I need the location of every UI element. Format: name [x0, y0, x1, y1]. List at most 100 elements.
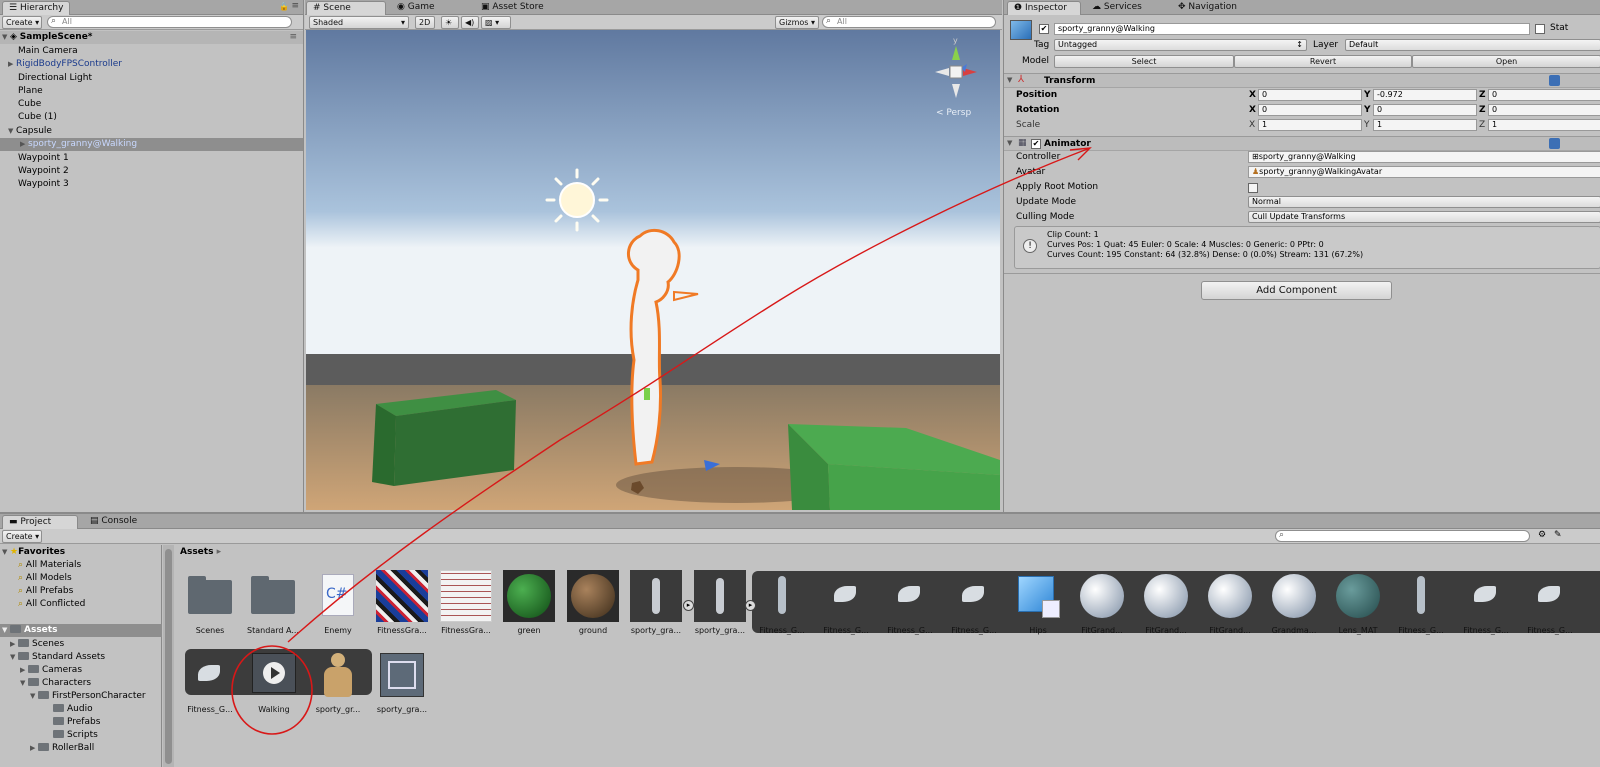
asset-item[interactable]: sporty_gra... [690, 570, 750, 635]
model-revert-button[interactable]: Revert [1234, 55, 1412, 68]
position-y-field[interactable]: -0.972 [1373, 89, 1477, 101]
tag-dropdown[interactable]: Untagged ↕ [1054, 39, 1307, 51]
tab-navigation[interactable]: ✥ Navigation [1172, 1, 1243, 15]
scrollbar-thumb[interactable] [165, 549, 172, 764]
view-gizmo[interactable]: y [931, 36, 981, 102]
scene-root-row[interactable]: ▼ ◈ SampleScene* ≡ [0, 31, 303, 44]
hierarchy-item[interactable]: Main Camera [0, 45, 303, 58]
asset-item[interactable]: Grandma... [1264, 570, 1324, 635]
model-select-button[interactable]: Select [1054, 55, 1234, 68]
model-open-button[interactable]: Open [1412, 55, 1600, 68]
expand-arrow-icon[interactable]: ▼ [10, 651, 18, 664]
asset-item[interactable]: FitnessGra... [436, 570, 496, 635]
tree-item[interactable]: ▶ Cameras [20, 664, 82, 677]
asset-item[interactable]: FitGrand... [1136, 570, 1196, 635]
asset-item[interactable]: sporty_gr... [308, 649, 368, 714]
asset-item[interactable]: green [499, 570, 559, 635]
hierarchy-item-selected[interactable]: ▶ sporty_granny@Walking [0, 138, 303, 151]
asset-item[interactable]: C# Enemy [308, 570, 368, 635]
avatar-field[interactable]: ♟sporty_granny@WalkingAvatar [1248, 166, 1600, 178]
collapse-arrow-icon[interactable]: ▼ [1007, 139, 1015, 147]
tree-scrollbar[interactable] [163, 545, 174, 767]
tab-hierarchy[interactable]: ☰ Hierarchy [2, 1, 71, 15]
scale-z-field[interactable]: 1 [1488, 119, 1600, 131]
shading-dropdown[interactable]: Shaded ▾ [309, 16, 409, 29]
project-create-button[interactable]: Create ▾ [2, 530, 42, 543]
scene-menu-icon[interactable]: ≡ [289, 31, 297, 44]
hierarchy-item[interactable]: Plane [0, 85, 303, 98]
hierarchy-item[interactable]: ▼ Capsule [0, 125, 303, 138]
asset-item[interactable]: Fitness_G... [1520, 570, 1580, 635]
tree-item[interactable]: ▼ Standard Assets [10, 651, 105, 664]
tree-item[interactable]: Scripts [53, 729, 98, 742]
collapse-arrow-icon[interactable]: ▼ [1007, 76, 1015, 84]
asset-item[interactable]: sporty_gra... [372, 649, 432, 714]
favorite-item[interactable]: ⌕ All Models [18, 572, 72, 585]
asset-item[interactable]: Scenes [180, 570, 240, 635]
tab-asset-store[interactable]: ▣ Asset Store [475, 1, 550, 15]
asset-item[interactable]: Hips [1008, 570, 1068, 635]
asset-item[interactable]: Lens_MAT [1328, 570, 1388, 635]
asset-item[interactable]: FitGrand... [1072, 570, 1132, 635]
expand-arrow-icon[interactable]: ▶ [30, 742, 38, 755]
lighting-toggle[interactable]: ☀ [441, 16, 459, 29]
effects-dropdown[interactable]: ▨ ▾ [481, 16, 511, 29]
culling-mode-dropdown[interactable]: Cull Update Transforms [1248, 211, 1600, 223]
hierarchy-create-button[interactable]: Create ▾ [2, 16, 42, 29]
hierarchy-item[interactable]: Waypoint 1 [0, 152, 303, 165]
hierarchy-item[interactable]: Cube (1) [0, 111, 303, 124]
favorite-item[interactable]: ⌕ All Prefabs [18, 585, 73, 598]
tab-inspector[interactable]: ❶ Inspector [1007, 1, 1081, 15]
update-mode-dropdown[interactable]: Normal [1248, 196, 1600, 208]
hierarchy-search-input[interactable]: All [47, 16, 292, 28]
asset-item[interactable]: ground [563, 570, 623, 635]
asset-item[interactable]: FitnessGra... [372, 570, 432, 635]
favorites-header[interactable]: ▼ ★Favorites [2, 546, 65, 559]
animator-enabled-checkbox[interactable]: ✔ [1031, 139, 1041, 149]
expand-arrow-icon[interactable]: ▼ [30, 690, 38, 703]
controller-field[interactable]: ⊞sporty_granny@Walking [1248, 151, 1600, 163]
hierarchy-item[interactable]: Waypoint 3 [0, 178, 303, 191]
scene-search-input[interactable]: All [822, 16, 996, 28]
add-component-button[interactable]: Add Component [1201, 281, 1392, 300]
expand-arrow-icon[interactable]: ▶ [20, 138, 28, 151]
animator-header[interactable]: ▼ ▦ ✔ Animator [1004, 136, 1600, 151]
project-search-input[interactable] [1275, 530, 1530, 542]
tree-item[interactable]: ▶ RollerBall [30, 742, 94, 755]
asset-item[interactable]: Fitness_G... [944, 570, 1004, 635]
lock-icon[interactable]: 🔒 [279, 2, 289, 11]
favorite-item[interactable]: ⌕ All Conflicted [18, 598, 85, 611]
breadcrumb-assets[interactable]: Assets [180, 547, 213, 557]
transform-header[interactable]: ▼ ⅄ Transform [1004, 73, 1600, 88]
expand-subassets-icon[interactable]: ▸ [745, 600, 756, 611]
tree-item[interactable]: Prefabs [53, 716, 100, 729]
component-help-icon[interactable] [1549, 75, 1560, 86]
assets-root[interactable]: ▼ Assets [0, 624, 162, 637]
favorite-item[interactable]: ⌕ All Materials [18, 559, 81, 572]
hierarchy-item[interactable]: Directional Light [0, 72, 303, 85]
expand-arrow-icon[interactable]: ▶ [20, 664, 28, 677]
position-x-field[interactable]: 0 [1258, 89, 1362, 101]
expand-arrow-icon[interactable]: ▼ [2, 31, 10, 44]
asset-item[interactable]: Fitness_G... [880, 570, 940, 635]
asset-item[interactable]: Fitness_G... [180, 649, 240, 714]
component-help-icon[interactable] [1549, 138, 1560, 149]
tab-scene[interactable]: # Scene [306, 1, 386, 15]
expand-subassets-icon[interactable]: ▸ [683, 600, 694, 611]
object-name-field[interactable]: sporty_granny@Walking [1054, 23, 1530, 35]
expand-arrow-icon[interactable]: ▼ [2, 546, 10, 559]
hierarchy-item[interactable]: Waypoint 2 [0, 165, 303, 178]
filter-type-icon[interactable]: ⚙ [1538, 530, 1546, 540]
asset-item[interactable]: Standard A... [243, 570, 303, 635]
hierarchy-item[interactable]: Cube [0, 98, 303, 111]
hierarchy-item[interactable]: ▶ RigidBodyFPSController [0, 58, 303, 71]
expand-arrow-icon[interactable]: ▶ [8, 58, 16, 71]
root-motion-checkbox[interactable] [1248, 183, 1258, 193]
tab-services[interactable]: ☁ Services [1086, 1, 1148, 15]
expand-arrow-icon[interactable]: ▶ [10, 638, 18, 651]
tree-item[interactable]: ▶ Scenes [10, 638, 64, 651]
gizmos-dropdown[interactable]: Gizmos ▾ [775, 16, 819, 29]
scale-y-field[interactable]: 1 [1373, 119, 1477, 131]
position-z-field[interactable]: 0 [1488, 89, 1600, 101]
filter-label-icon[interactable]: ✎ [1554, 530, 1562, 540]
